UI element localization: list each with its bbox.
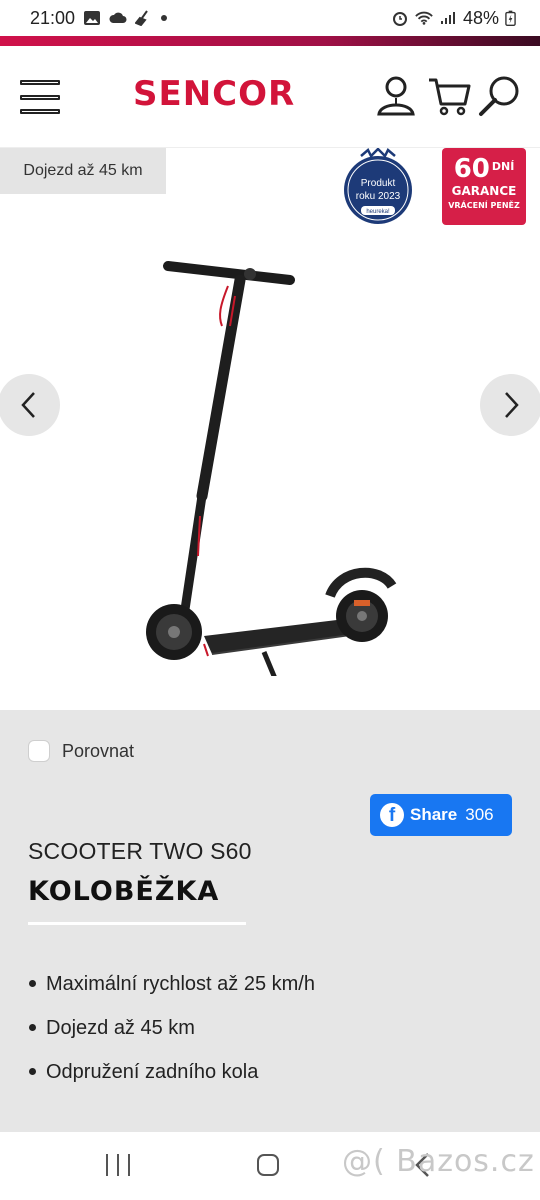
- notification-dot-icon: [161, 15, 168, 21]
- accent-bar: [0, 36, 540, 46]
- compare-checkbox[interactable]: [28, 740, 50, 762]
- badge-line2: roku 2023: [356, 191, 401, 202]
- wifi-icon: [415, 11, 433, 25]
- share-label: Share: [410, 805, 458, 824]
- alarm-icon: [392, 12, 407, 26]
- product-model: SCOOTER TWO S60: [28, 838, 252, 864]
- cart-icon[interactable]: [427, 74, 471, 118]
- range-tag: Dojezd až 45 km: [0, 148, 166, 194]
- feature-item: Maximální rychlost až 25 km/h: [28, 968, 315, 1012]
- product-info: Porovnat f Share 306 SCOOTER TWO S60 KOL…: [0, 710, 540, 1132]
- heureka-award-badge: Produkt roku 2023 heureka!: [344, 148, 412, 224]
- feature-item: Dojezd až 45 km: [28, 1012, 315, 1056]
- site-header: SENCOR: [0, 46, 540, 148]
- chevron-right-icon: [505, 392, 519, 418]
- product-gallery: Dojezd až 45 km Produkt roku 2023 heurek…: [0, 148, 540, 710]
- divider: [28, 922, 246, 925]
- money-back-badge: 60 DNÍ GARANCE VRÁCENÍ PENĚZ: [442, 148, 526, 225]
- home-button[interactable]: [257, 1154, 279, 1176]
- feature-list: Maximální rychlost až 25 km/h Dojezd až …: [28, 968, 315, 1100]
- chevron-left-icon: [21, 392, 35, 418]
- badge-line1: Produkt: [361, 178, 396, 189]
- system-nav-bar: @( Bazos.cz: [0, 1132, 540, 1200]
- scooter-product-image: [146, 261, 397, 676]
- broom-icon: [135, 10, 148, 26]
- guarantee-days: 60: [453, 154, 490, 184]
- gallery-prev-button[interactable]: [0, 374, 60, 436]
- screen: 21:00 48% SENCOR Dojezd až 45 km Produkt…: [0, 0, 540, 1200]
- brand-logo[interactable]: SENCOR: [133, 74, 295, 114]
- badge-source: heureka!: [366, 209, 390, 215]
- gallery-next-button[interactable]: [480, 374, 540, 436]
- guarantee-subtitle: VRÁCENÍ PENĚZ: [448, 201, 520, 210]
- gallery-icon: [84, 11, 101, 25]
- user-location-icon[interactable]: [374, 74, 418, 118]
- compare-toggle[interactable]: Porovnat: [28, 740, 134, 762]
- guarantee-title: GARANCE: [451, 184, 517, 198]
- facebook-share-button[interactable]: f Share 306: [370, 794, 512, 836]
- status-time: 21:00: [30, 7, 76, 28]
- search-icon[interactable]: [478, 74, 522, 118]
- watermark: @( Bazos.cz: [342, 1144, 535, 1179]
- feature-item: Odpružení zadního kola: [28, 1056, 315, 1100]
- compare-label: Porovnat: [62, 740, 135, 761]
- facebook-icon: f: [380, 803, 404, 827]
- status-bar: 21:00 48%: [0, 0, 540, 36]
- product-category: KOLOBĚŽKA: [28, 876, 220, 907]
- guarantee-days-label: DNÍ: [491, 160, 515, 173]
- battery-charging-icon: [505, 10, 516, 27]
- share-count: 306: [465, 805, 494, 824]
- signal-icon: [440, 12, 455, 24]
- recent-apps-button[interactable]: [106, 1154, 130, 1176]
- cloud-icon: [109, 12, 127, 23]
- battery-percent: 48%: [462, 7, 499, 28]
- menu-icon[interactable]: [20, 80, 60, 114]
